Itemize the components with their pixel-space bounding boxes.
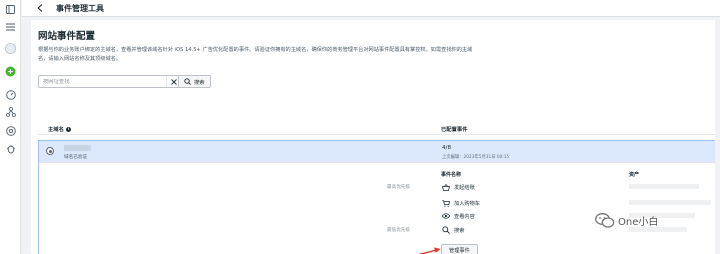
event-item: 加入购物车 [441,198,480,208]
eye-icon [441,212,450,221]
col-asset: 资产 [629,172,640,178]
event-label: 加入购物车 [454,200,480,207]
app-title: 事件管理工具 [56,3,104,13]
info-icon[interactable]: i [65,126,71,132]
domain-row-selected[interactable]: 域名已验证 4/8 上次编辑：2023年5月31日 00:15 [38,140,720,162]
domain-search-box [38,75,182,88]
search-icon [441,226,450,235]
asset-redacted [629,200,711,205]
search-button[interactable]: 搜索 [178,75,211,88]
col-event-name: 事件名称 [441,172,462,178]
search-button-label: 搜索 [194,79,205,86]
domain-radio[interactable] [46,147,54,155]
manage-events-button[interactable]: 管理事件 [441,244,478,254]
account-avatar-icon[interactable] [4,42,17,55]
page-title: 网站事件配置 [38,31,96,42]
highest-priority-label: 最高优先级 [387,185,410,190]
configured-event-count: 4/8 [442,145,452,151]
network-icon[interactable] [4,105,17,118]
event-item: 发起结账 [441,182,475,192]
top-bar: 事件管理工具 [22,0,720,17]
domain-name-redacted [64,145,91,151]
col-events-header: 已配置事件 [441,127,468,133]
back-arrow-icon[interactable] [34,2,46,14]
add-icon[interactable] [4,65,17,78]
lowest-priority-label: 最低优先级 [387,228,410,233]
settings-icon[interactable] [4,124,17,137]
last-edited-time: 上次编辑：2023年5月31日 00:15 [442,155,510,160]
events-detail-panel: 事件名称 资产 最高优先级 最低优先级 发起结账 加入购物车 查看内容 搜索 管… [38,162,720,254]
event-label: 发起结账 [454,184,475,191]
event-label: 查看内容 [454,213,475,220]
event-label: 搜索 [454,227,465,234]
speedometer-icon[interactable] [4,88,17,101]
domain-table-header: 主域名 i 已配置事件 [38,123,720,135]
page-description: 根据与你的业务账户绑定的主域名，查看并管理该域名针对 iOS 14.5+ 广告优… [38,47,473,62]
red-arrow-annotation [419,247,441,254]
wechat-logo-icon [595,213,615,228]
search-icon [184,78,191,85]
wechat-watermark: One小白 [595,213,658,228]
bug-icon[interactable] [4,142,17,155]
vertical-scrollbar[interactable] [715,20,720,254]
domain-search-input[interactable] [43,78,161,85]
event-item: 查看内容 [441,211,475,221]
left-nav-rail [0,0,21,254]
hamburger-menu-icon[interactable] [4,20,17,33]
menu-grid-icon[interactable] [4,3,17,16]
asset-redacted [629,184,699,189]
domain-verified-status: 域名已验证 [64,155,87,160]
event-item: 搜索 [441,225,464,235]
basket-icon [441,183,450,192]
cart-icon [441,199,450,208]
watermark-text: One小白 [618,217,659,228]
col-domain-header: 主域名 [48,127,64,133]
